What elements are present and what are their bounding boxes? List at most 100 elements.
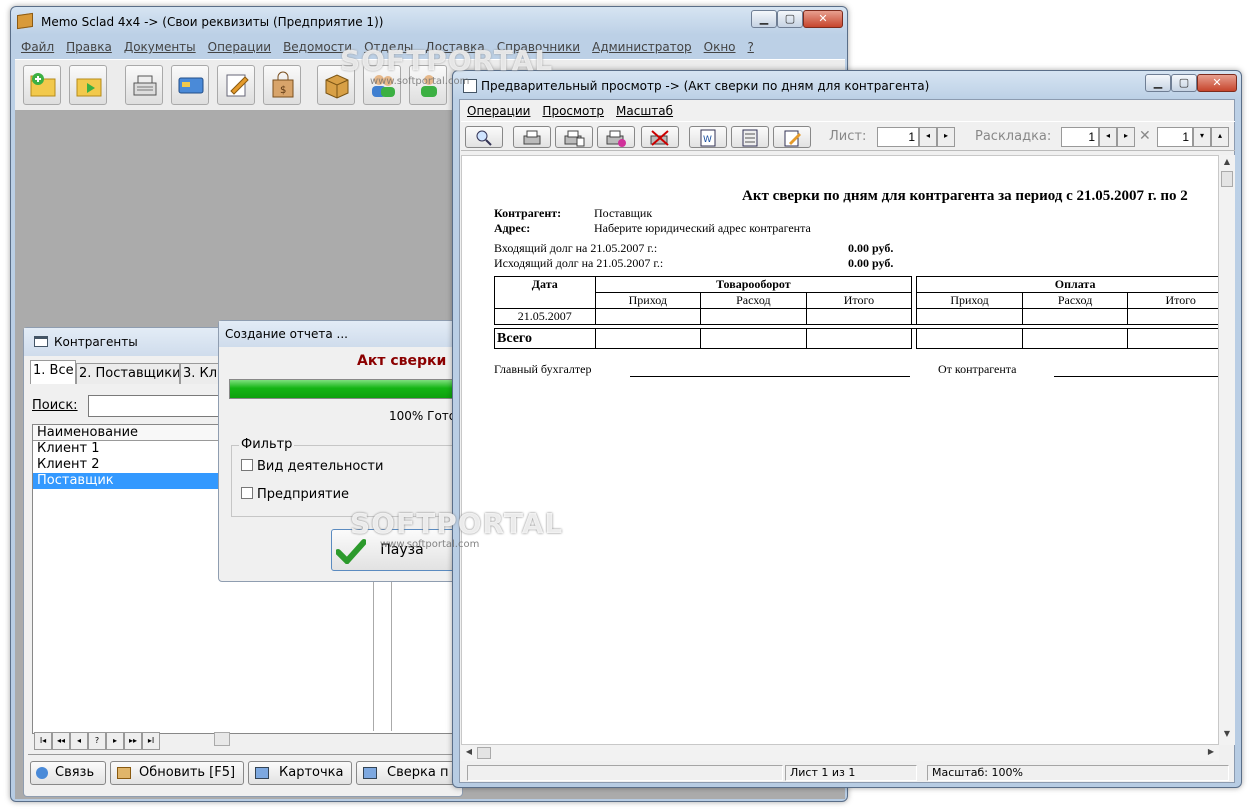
horizontal-scrollbar[interactable]	[461, 745, 1219, 761]
reconcile-button[interactable]: Сверка п	[356, 761, 464, 785]
cell	[1127, 308, 1218, 325]
layout-input-1[interactable]	[1061, 127, 1099, 147]
edit-report-button[interactable]	[773, 126, 811, 148]
times-icon: ✕	[1139, 128, 1151, 144]
menu-item[interactable]: Операции	[208, 40, 271, 54]
preview-window-title: Предварительный просмотр -> (Акт сверки …	[481, 79, 930, 93]
layout-input-2[interactable]	[1157, 127, 1193, 147]
maximize-button[interactable]: ▢	[777, 10, 803, 28]
contractor-tab[interactable]: 2. Поставщики	[76, 363, 180, 384]
doc-title: Акт сверки по дням для контрагента за пе…	[742, 188, 1188, 204]
contractor-tab[interactable]: 3. Кл	[180, 363, 220, 384]
refresh-button[interactable]: Обновить [F5]	[110, 761, 244, 785]
preview-menu-item[interactable]: Масштаб	[616, 104, 673, 118]
cash-register-button[interactable]	[125, 65, 163, 105]
menu-item[interactable]: ?	[748, 40, 754, 54]
nav-button[interactable]: ▸▸	[124, 732, 142, 750]
in-debt-label: Входящий долг на 21.05.2007 г.:	[494, 241, 658, 255]
contractor-label: Контрагент:	[494, 206, 562, 220]
scroll-right-button[interactable]: ▶	[1203, 745, 1219, 761]
shopping-bag-button[interactable]: $	[263, 65, 301, 105]
card-button[interactable]	[171, 65, 209, 105]
layout-up-button[interactable]: ▴	[1211, 127, 1229, 147]
preview-close-button[interactable]: ✕	[1197, 74, 1237, 92]
scroll-down-button[interactable]: ▼	[1219, 727, 1235, 743]
preview-maximize-button[interactable]: ▢	[1171, 74, 1197, 92]
sheet-next-button[interactable]: ▸	[937, 127, 955, 147]
cancel-print-button[interactable]	[641, 126, 679, 148]
cell	[1127, 328, 1218, 349]
contractors-title: Контрагенты	[54, 335, 138, 349]
watermark-mid-url: www.softportal.com	[380, 539, 479, 550]
link-button[interactable]: Связь	[30, 761, 106, 785]
minimize-button[interactable]: ▁	[751, 10, 777, 28]
horizontal-scroll-thumb-preview[interactable]	[477, 747, 491, 759]
main-window-title: Memo Sclad 4x4 -> (Свои реквизиты (Предп…	[41, 15, 384, 29]
cell	[916, 308, 1023, 325]
nav-button[interactable]: ?	[88, 732, 106, 750]
menu-item[interactable]: Документы	[124, 40, 196, 54]
out-debt-label: Исходящий долг на 21.05.2007 г.:	[494, 256, 664, 270]
preview-menu-item[interactable]: Операции	[467, 104, 530, 118]
layout-prev-button[interactable]: ◂	[1099, 127, 1117, 147]
sub-total-1: Итого	[805, 292, 913, 309]
sheet-label: Лист:	[829, 129, 867, 144]
print-button[interactable]	[513, 126, 551, 148]
new-folder-button[interactable]	[23, 65, 61, 105]
card-button-label: Карточка	[279, 765, 344, 780]
nav-button[interactable]: I◂	[34, 732, 52, 750]
layout-dropdown-button[interactable]: ▾	[1193, 127, 1211, 147]
watermark-top-url: www.softportal.com	[370, 76, 469, 87]
nav-button[interactable]: ▸I	[142, 732, 160, 750]
sheet-input[interactable]	[877, 127, 919, 147]
print-page-button[interactable]	[555, 126, 593, 148]
nav-button[interactable]: ▸	[106, 732, 124, 750]
menu-item[interactable]: Правка	[66, 40, 112, 54]
svg-text:$: $	[280, 85, 286, 96]
contractor-tab[interactable]: 1. Все	[30, 360, 76, 384]
button-bar	[28, 754, 462, 755]
activity-checkbox[interactable]	[241, 459, 253, 471]
edit-document-icon	[226, 74, 249, 97]
horizontal-scroll-thumb[interactable]	[214, 732, 230, 746]
enterprise-label: Предприятие	[257, 487, 350, 502]
preview-window: Предварительный просмотр -> (Акт сверки …	[452, 70, 1242, 788]
vertical-scrollbar[interactable]	[1219, 155, 1235, 745]
status-pages: Лист 1 из 1	[785, 765, 917, 781]
preview-minimize-button[interactable]: ▁	[1145, 74, 1171, 92]
window-icon	[34, 336, 48, 347]
layout-next-button[interactable]: ▸	[1117, 127, 1135, 147]
scroll-left-button[interactable]: ◀	[461, 745, 477, 761]
card-open-button[interactable]: Карточка	[248, 761, 352, 785]
sub-total-2: Итого	[1127, 292, 1218, 309]
cell	[700, 328, 807, 349]
export-excel-button[interactable]	[731, 126, 769, 148]
nav-button[interactable]: ◂	[70, 732, 88, 750]
folder-add-icon	[30, 73, 56, 97]
open-folder-button[interactable]	[69, 65, 107, 105]
print-setup-button[interactable]	[597, 126, 635, 148]
preview-menu-item[interactable]: Просмотр	[542, 104, 604, 118]
sheet-prev-button[interactable]: ◂	[919, 127, 937, 147]
filter-activity[interactable]: Вид деятельности	[241, 459, 383, 474]
enterprise-checkbox[interactable]	[241, 487, 253, 499]
vertical-scroll-thumb[interactable]	[1221, 171, 1233, 187]
printer-settings-icon	[606, 130, 626, 147]
menu-item[interactable]: Администратор	[592, 40, 692, 54]
cell	[916, 328, 1023, 349]
cell	[594, 308, 702, 325]
zoom-button[interactable]	[465, 126, 503, 148]
menu-item[interactable]: Окно	[704, 40, 736, 54]
filter-enterprise[interactable]: Предприятие	[241, 487, 349, 502]
scroll-up-button[interactable]: ▲	[1219, 155, 1235, 171]
status-bar: Лист 1 из 1 Масштаб: 100%	[461, 761, 1235, 783]
close-button[interactable]: ✕	[803, 10, 843, 28]
watermark-url-top: www.softportal.com	[370, 76, 470, 87]
reconciliation-table: Дата Товарооборот Оплата Приход Расход И…	[494, 276, 1218, 349]
export-word-button[interactable]: W	[689, 126, 727, 148]
menu-item[interactable]: Файл	[21, 40, 54, 54]
folder-open-icon	[76, 78, 102, 97]
edit-document-button[interactable]	[217, 65, 255, 105]
nav-button[interactable]: ◂◂	[52, 732, 70, 750]
checkmark-icon	[336, 539, 366, 564]
